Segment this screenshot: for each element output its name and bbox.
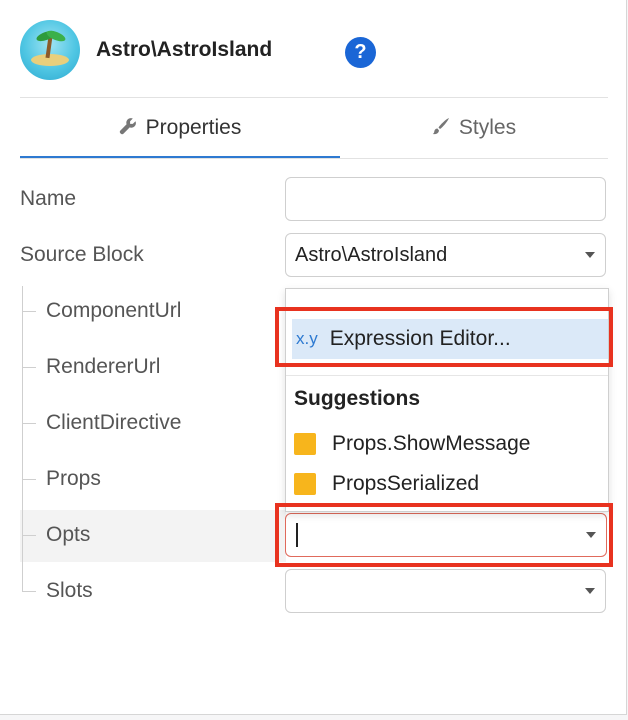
astro-island-logo-icon — [20, 20, 80, 80]
chevron-down-icon[interactable] — [585, 588, 595, 594]
renderer-url-label: RendererUrl — [46, 355, 161, 378]
slots-select[interactable] — [285, 569, 606, 613]
panel-header: Astro\AstroIsland ? — [20, 20, 608, 82]
source-block-label: Source Block — [20, 243, 144, 266]
source-block-select[interactable]: Astro\AstroIsland — [285, 233, 606, 277]
tab-styles[interactable]: Styles — [340, 98, 608, 158]
component-url-label: ComponentUrl — [46, 299, 182, 322]
annotation-box-opts-input — [275, 503, 613, 567]
tree-branch — [22, 367, 36, 368]
dropdown-divider — [286, 375, 608, 376]
tabs-divider — [20, 158, 608, 159]
client-directive-label: ClientDirective — [46, 411, 182, 434]
wrench-icon — [119, 117, 137, 140]
tree-branch — [22, 311, 36, 312]
variable-icon — [294, 473, 316, 495]
properties-panel: Astro\AstroIsland ? Properties Styles Na… — [0, 0, 627, 715]
page-title: Astro\AstroIsland — [96, 38, 273, 61]
tree-guide-line — [22, 286, 23, 592]
suggestion-item[interactable]: Props.ShowMessage — [294, 429, 530, 459]
tree-branch — [22, 423, 36, 424]
tab-bar: Properties Styles — [20, 98, 608, 160]
name-input[interactable] — [285, 177, 606, 221]
name-label: Name — [20, 187, 77, 210]
suggestion-item[interactable]: PropsSerialized — [294, 469, 479, 499]
annotation-box-expression-editor — [275, 307, 613, 367]
tab-styles-label: Styles — [458, 116, 517, 139]
help-icon[interactable]: ? — [345, 37, 376, 68]
brush-icon — [432, 117, 450, 140]
tab-properties[interactable]: Properties — [20, 98, 340, 158]
tree-branch — [22, 535, 36, 536]
source-block-value: Astro\AstroIsland — [295, 244, 448, 266]
tab-properties-label: Properties — [145, 116, 242, 139]
tree-branch — [22, 479, 36, 480]
chevron-down-icon[interactable] — [585, 252, 595, 258]
suggestion-label: Props.ShowMessage — [332, 432, 531, 455]
tree-branch — [22, 591, 36, 592]
slots-label: Slots — [46, 579, 93, 602]
suggestion-label: PropsSerialized — [332, 472, 480, 495]
variable-icon — [294, 433, 316, 455]
props-label: Props — [46, 467, 101, 490]
suggestions-heading: Suggestions — [294, 387, 421, 410]
opts-label: Opts — [46, 523, 91, 546]
